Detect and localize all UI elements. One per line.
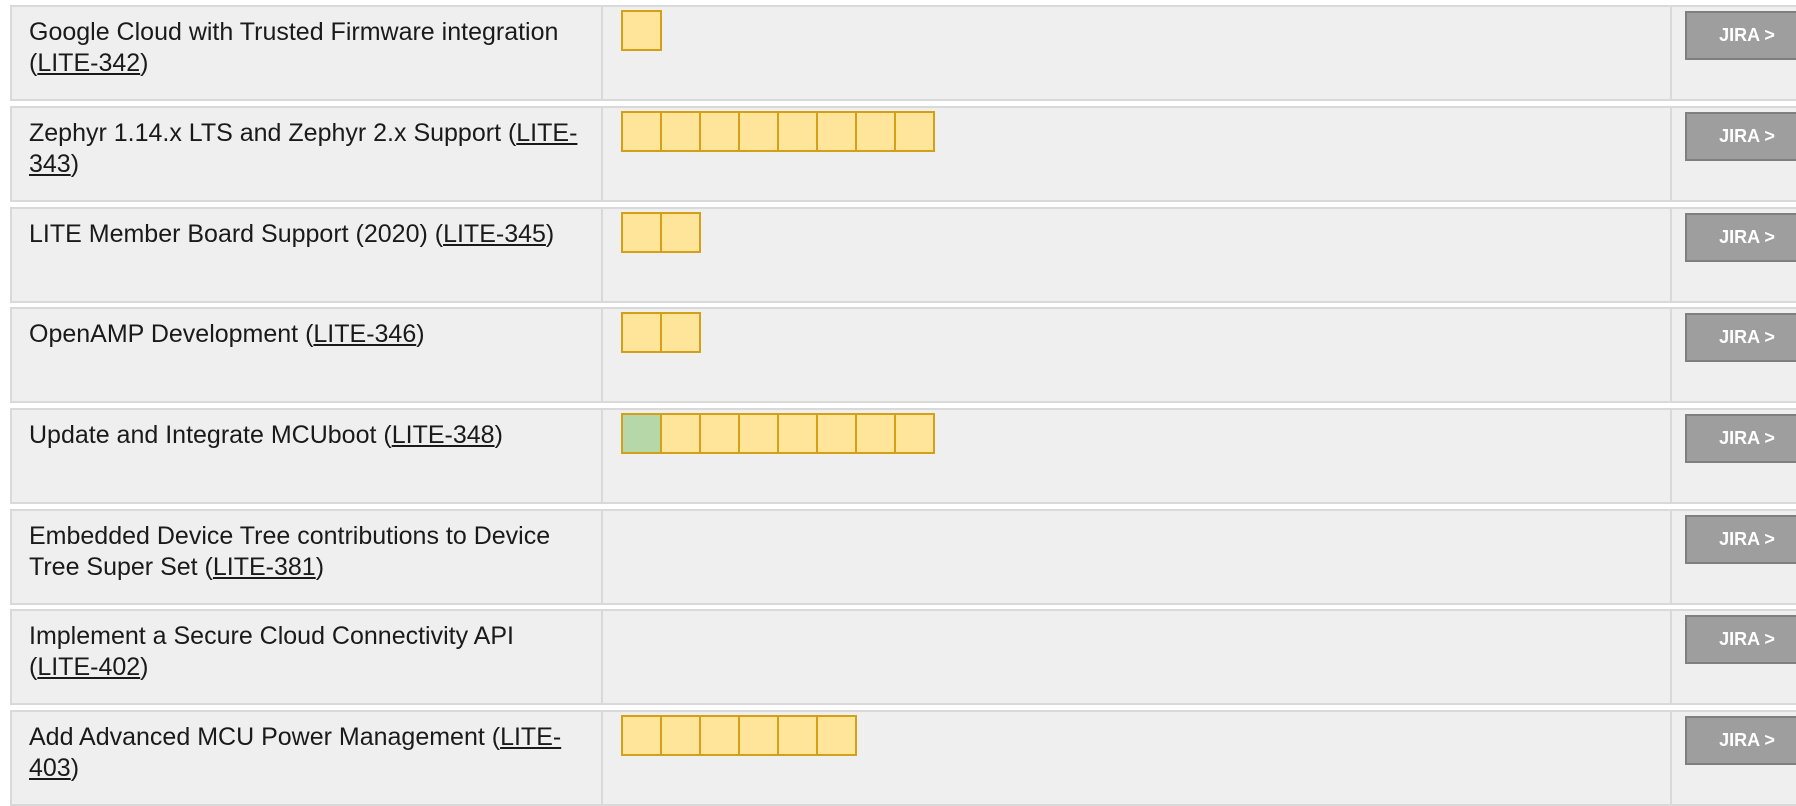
epic-title-suffix: ) — [416, 320, 425, 348]
action-cell: JIRA > — [1672, 209, 1796, 301]
progress-box-pending — [738, 413, 779, 454]
epic-title-suffix: ) — [545, 220, 555, 248]
epic-row: Google Cloud with Trusted Firmware integ… — [10, 5, 1796, 101]
epic-title: Google Cloud with Trusted Firmware integ… — [12, 7, 603, 99]
progress-track — [603, 511, 1672, 603]
action-cell: JIRA > — [1672, 511, 1796, 603]
progress-track — [603, 7, 1672, 99]
epic-jira-link[interactable]: LITE-348 — [392, 421, 495, 449]
epic-title: Update and Integrate MCUboot (LITE-348) — [12, 410, 603, 502]
progress-box-pending — [894, 111, 935, 152]
epic-title: Embedded Device Tree contributions to De… — [12, 511, 603, 603]
progress-box-pending — [816, 111, 857, 152]
epic-row: Embedded Device Tree contributions to De… — [10, 509, 1796, 605]
epic-row: OpenAMP Development (LITE-346) JIRA > — [10, 307, 1796, 403]
jira-button[interactable]: JIRA > — [1685, 615, 1796, 664]
progress-box-pending — [816, 413, 857, 454]
progress-track — [603, 712, 1672, 804]
progress-box-pending — [660, 312, 701, 353]
progress-box-pending — [660, 413, 701, 454]
epic-title-suffix: ) — [140, 653, 149, 681]
progress-box-pending — [738, 111, 779, 152]
action-cell: JIRA > — [1672, 611, 1796, 703]
epic-title-suffix: ) — [140, 49, 149, 77]
jira-button[interactable]: JIRA > — [1685, 414, 1796, 463]
progress-track — [603, 108, 1672, 200]
epic-title-suffix: ) — [70, 754, 80, 782]
epic-list: Google Cloud with Trusted Firmware integ… — [0, 0, 1796, 806]
progress-box-pending — [660, 715, 701, 756]
epic-row: Zephyr 1.14.x LTS and Zephyr 2.x Support… — [10, 106, 1796, 202]
progress-box-pending — [777, 413, 818, 454]
epic-title-text: Update and Integrate MCUboot ( — [29, 421, 392, 449]
progress-box-pending — [738, 715, 779, 756]
epic-title: Zephyr 1.14.x LTS and Zephyr 2.x Support… — [12, 108, 603, 200]
action-cell: JIRA > — [1672, 309, 1796, 401]
progress-box-pending — [660, 111, 701, 152]
action-cell: JIRA > — [1672, 410, 1796, 502]
epic-title: Implement a Secure Cloud Connectivity AP… — [12, 611, 603, 703]
epic-title: Add Advanced MCU Power Management (LITE-… — [12, 712, 603, 804]
jira-button[interactable]: JIRA > — [1685, 313, 1796, 362]
progress-boxes — [621, 111, 935, 152]
progress-track — [603, 209, 1672, 301]
jira-button[interactable]: JIRA > — [1685, 213, 1796, 262]
epic-jira-link[interactable]: LITE-402 — [37, 653, 140, 681]
epic-title-text: LITE Member Board Support (2020) ( — [29, 220, 444, 248]
epic-title-text: Zephyr 1.14.x LTS and Zephyr 2.x Support… — [29, 119, 517, 147]
progress-box-pending — [816, 715, 857, 756]
epic-title-suffix: ) — [494, 421, 503, 449]
progress-box-pending — [894, 413, 935, 454]
progress-track — [603, 611, 1672, 703]
progress-box-pending — [777, 111, 818, 152]
epic-title: OpenAMP Development (LITE-346) — [12, 309, 603, 401]
progress-box-pending — [621, 312, 662, 353]
epic-jira-link[interactable]: LITE-381 — [213, 553, 316, 581]
epic-jira-link[interactable]: LITE-342 — [37, 49, 140, 77]
epic-title-suffix: ) — [315, 553, 325, 581]
jira-button[interactable]: JIRA > — [1685, 112, 1796, 161]
epic-row: Update and Integrate MCUboot (LITE-348) J… — [10, 408, 1796, 504]
progress-box-pending — [621, 715, 662, 756]
progress-box-pending — [777, 715, 818, 756]
progress-boxes — [621, 413, 935, 454]
progress-box-pending — [621, 10, 662, 51]
progress-box-pending — [699, 413, 740, 454]
progress-box-pending — [855, 413, 896, 454]
epic-row: LITE Member Board Support (2020) (LITE-3… — [10, 207, 1796, 303]
progress-boxes — [621, 312, 701, 353]
epic-row: Implement a Secure Cloud Connectivity AP… — [10, 609, 1796, 705]
epic-row: Add Advanced MCU Power Management (LITE-… — [10, 710, 1796, 806]
progress-box-pending — [699, 715, 740, 756]
action-cell: JIRA > — [1672, 108, 1796, 200]
epic-title-text: Add Advanced MCU Power Management ( — [29, 723, 501, 751]
progress-track — [603, 410, 1672, 502]
action-cell: JIRA > — [1672, 712, 1796, 804]
epic-title-text: OpenAMP Development ( — [29, 320, 314, 348]
progress-box-pending — [699, 111, 740, 152]
progress-box-pending — [855, 111, 896, 152]
progress-box-pending — [621, 111, 662, 152]
epic-jira-link[interactable]: LITE-346 — [313, 320, 416, 348]
progress-box-pending — [660, 212, 701, 253]
progress-boxes — [621, 715, 857, 756]
jira-button[interactable]: JIRA > — [1685, 716, 1796, 765]
jira-button[interactable]: JIRA > — [1685, 515, 1796, 564]
progress-boxes — [621, 212, 701, 253]
progress-box-pending — [621, 212, 662, 253]
progress-track — [603, 309, 1672, 401]
action-cell: JIRA > — [1672, 7, 1796, 99]
epic-title: LITE Member Board Support (2020) (LITE-3… — [12, 209, 603, 301]
jira-button[interactable]: JIRA > — [1685, 11, 1796, 60]
epic-title-suffix: ) — [70, 150, 80, 178]
epic-jira-link[interactable]: LITE-345 — [443, 220, 546, 248]
progress-boxes — [621, 10, 662, 51]
progress-box-done — [621, 413, 662, 454]
